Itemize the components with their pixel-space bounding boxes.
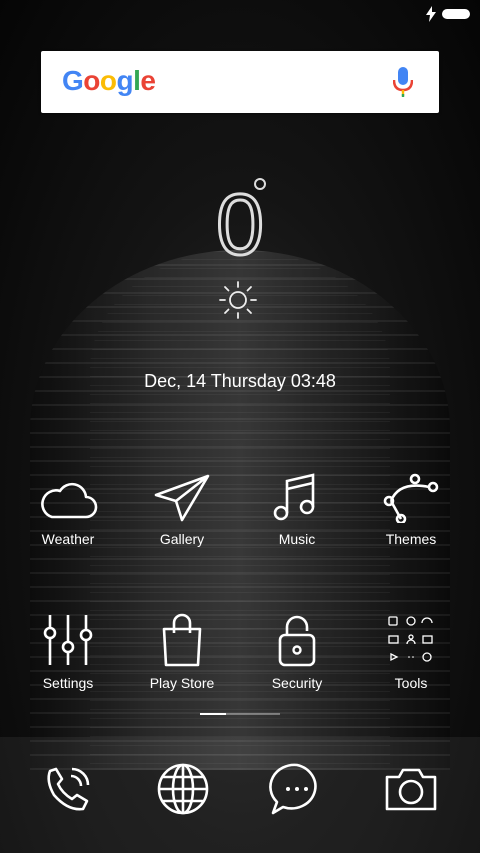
app-music[interactable]: Music xyxy=(240,473,354,547)
temperature: 0 xyxy=(215,177,266,273)
app-security[interactable]: Security xyxy=(240,613,354,691)
music-note-icon xyxy=(273,473,315,521)
app-label: Security xyxy=(271,675,323,691)
sun-icon xyxy=(219,281,257,319)
mic-icon[interactable] xyxy=(393,67,413,97)
camera-icon[interactable] xyxy=(381,759,441,819)
app-label: Tools xyxy=(394,675,428,691)
app-label: Gallery xyxy=(159,531,205,547)
bezier-icon xyxy=(383,473,439,523)
globe-icon[interactable] xyxy=(153,759,213,819)
app-tools[interactable]: Tools xyxy=(354,613,468,691)
battery-icon xyxy=(442,9,470,19)
app-label: Music xyxy=(278,531,316,547)
app-weather[interactable]: Weather xyxy=(11,473,125,547)
app-gallery[interactable]: Gallery xyxy=(125,473,239,547)
tools-grid-icon xyxy=(388,616,433,662)
google-logo: Google xyxy=(62,65,156,96)
google-search-bar[interactable]: Google xyxy=(41,51,439,113)
cloud-icon xyxy=(41,482,98,519)
app-label: Play Store xyxy=(149,675,215,691)
app-label: Weather xyxy=(41,531,95,547)
weather-clock-widget[interactable]: 0 Dec, 14 Thursday 03:48 xyxy=(0,170,480,400)
degree-icon xyxy=(254,178,266,190)
page-indicator xyxy=(200,713,280,715)
app-themes[interactable]: Themes xyxy=(354,473,468,547)
app-label: Settings xyxy=(42,675,94,691)
shopping-bag-icon xyxy=(162,613,202,667)
charging-icon xyxy=(426,6,436,22)
app-play-store[interactable]: Play Store xyxy=(125,613,239,691)
sliders-icon xyxy=(43,615,93,665)
dock xyxy=(0,737,480,853)
status-bar xyxy=(0,0,480,28)
paper-plane-icon xyxy=(154,474,210,522)
message-icon[interactable] xyxy=(267,759,327,819)
app-settings[interactable]: Settings xyxy=(11,613,125,691)
page-indicator-active xyxy=(200,713,226,715)
lock-icon xyxy=(278,615,316,667)
date-time: Dec, 14 Thursday 03:48 xyxy=(144,371,336,391)
app-label: Themes xyxy=(385,531,437,547)
phone-icon[interactable] xyxy=(38,759,98,819)
